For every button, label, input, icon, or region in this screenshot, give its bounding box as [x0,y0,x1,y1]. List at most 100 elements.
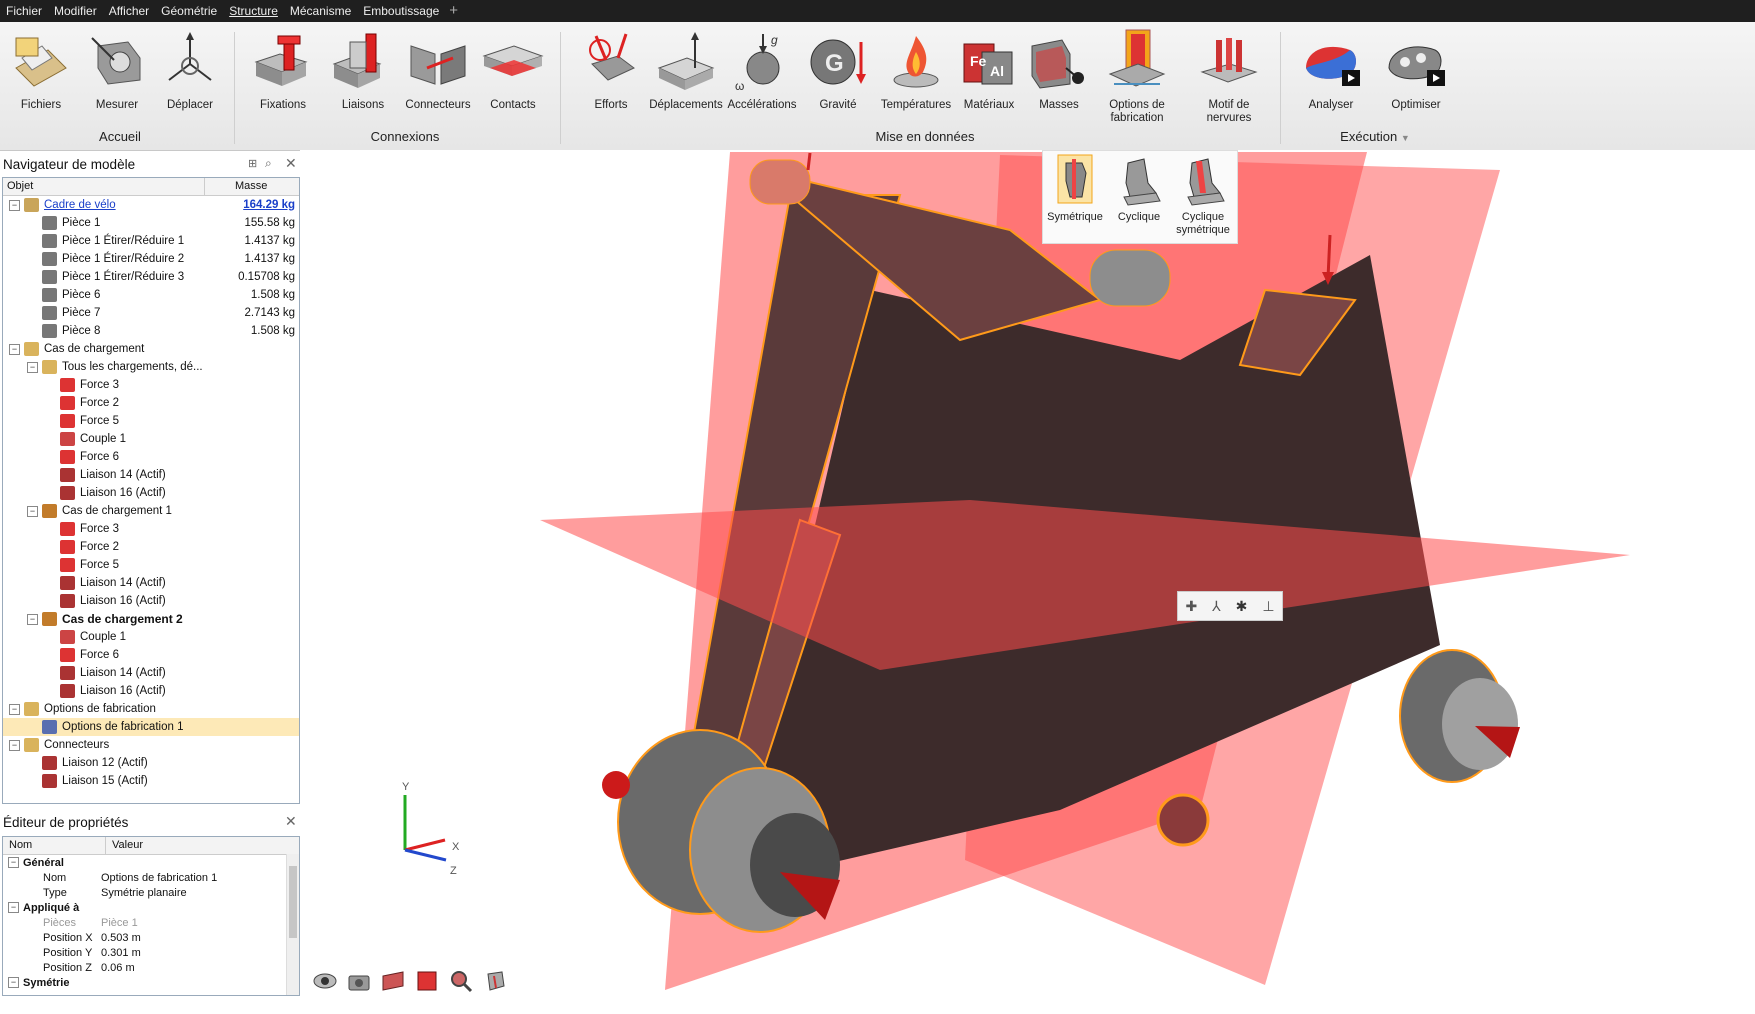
tree-row[interactable]: − Connecteurs [3,736,299,754]
property-row[interactable]: Position Z 0.06 m [3,960,299,975]
collapse-toggle-icon[interactable]: − [9,739,20,751]
scrollbar[interactable] [286,854,299,995]
symmetric-button[interactable]: Symétrique [1043,153,1107,224]
menu-fichier[interactable]: Fichier [0,0,48,22]
tree-row[interactable]: Pièce 7 2.7143 kg [3,304,299,322]
scrollbar-thumb[interactable] [289,866,297,938]
tree-row[interactable]: Pièce 6 1.508 kg [3,286,299,304]
tree-row[interactable]: Liaison 14 (Actif) [3,664,299,682]
column-value[interactable]: Valeur [106,837,143,854]
tree-row[interactable]: − Cas de chargement [3,340,299,358]
tree-row[interactable]: Liaison 16 (Actif) [3,682,299,700]
zoom-icon[interactable] [448,968,474,994]
tree-row[interactable]: Force 5 [3,556,299,574]
analyser-button[interactable]: Analyser [1293,28,1369,124]
column-mass[interactable]: Masse [205,178,267,195]
options-fabrication-button[interactable]: Options de fabrication [1099,28,1175,124]
tree-row[interactable]: Pièce 8 1.508 kg [3,322,299,340]
add-tab-icon[interactable]: + [445,0,462,22]
property-row[interactable]: Pièces Pièce 1 [3,915,299,930]
menu-modifier[interactable]: Modifier [48,0,103,22]
tree-row[interactable]: Pièce 1 Étirer/Réduire 2 1.4137 kg [3,250,299,268]
tree-row[interactable]: Options de fabrication 1 [3,718,299,736]
pin-icon[interactable]: ⊞ [248,157,257,170]
property-row[interactable]: − Général [3,855,299,870]
tree-row[interactable]: Couple 1 [3,628,299,646]
tree-row[interactable]: − Cadre de vélo 164.29 kg [3,196,299,214]
property-row[interactable]: Type Symétrie planaire [3,885,299,900]
menu-structure[interactable]: Structure [223,0,284,22]
collapse-toggle-icon[interactable]: − [9,343,20,355]
property-value[interactable]: Symétrie planaire [101,887,187,899]
property-value[interactable]: 0.503 m [101,932,141,944]
triad-icon[interactable]: ⊥ [1262,598,1274,615]
connecteurs-button[interactable]: Connecteurs [400,28,476,124]
property-value[interactable]: Pièce 1 [101,917,138,929]
column-object[interactable]: Objet [3,178,205,195]
property-row[interactable]: − Symétrie [3,975,299,990]
deplacer-button[interactable]: Déplacer [152,28,228,124]
tree-row[interactable]: Liaison 14 (Actif) [3,466,299,484]
menu-emboutissage[interactable]: Emboutissage [357,0,445,22]
tree-row[interactable]: Liaison 14 (Actif) [3,574,299,592]
cyclic-button[interactable]: Cyclique [1107,153,1171,224]
property-value[interactable]: Options de fabrication 1 [101,872,217,884]
close-icon[interactable]: ✕ [285,813,297,830]
tree-row[interactable]: Pièce 1 Étirer/Réduire 1 1.4137 kg [3,232,299,250]
tree-row[interactable]: − Options de fabrication [3,700,299,718]
tree-row[interactable]: − Tous les chargements, dé... [3,358,299,376]
motif-nervures-button[interactable]: Motif de nervures [1186,28,1272,124]
3d-viewport[interactable]: Y X Z [300,150,1755,1014]
tree-row[interactable]: Force 3 [3,520,299,538]
tree-row[interactable]: Force 6 [3,646,299,664]
masses-button[interactable]: Masses [1021,28,1097,124]
tree-row[interactable]: − Cas de chargement 2 [3,610,299,628]
tree-row[interactable]: Pièce 1 155.58 kg [3,214,299,232]
chevron-down-icon[interactable]: ▼ [1401,133,1410,143]
part-select-icon[interactable]: ✚ [1185,598,1197,615]
tree-row[interactable]: Force 3 [3,376,299,394]
move-part-icon[interactable]: ✱ [1236,598,1248,615]
menu-geometrie[interactable]: Géométrie [155,0,223,22]
mesurer-button[interactable]: Mesurer [79,28,155,124]
collapse-toggle-icon[interactable]: − [27,361,38,373]
materiaux-button[interactable]: Fe Al Matériaux [951,28,1027,124]
property-row[interactable]: Position Y 0.301 m [3,945,299,960]
property-row[interactable]: − Appliqué à [3,900,299,915]
tree-row[interactable]: Liaison 16 (Actif) [3,484,299,502]
collapse-toggle-icon[interactable]: − [27,613,38,625]
cyclic-symmetric-button[interactable]: Cyclique symétrique [1171,153,1235,237]
column-name[interactable]: Nom [3,837,106,854]
collapse-toggle-icon[interactable]: − [8,857,19,868]
efforts-button[interactable]: Efforts [573,28,649,124]
tree-row[interactable]: Liaison 16 (Actif) [3,592,299,610]
gravite-button[interactable]: G Gravité [800,28,876,124]
model-scene[interactable]: Y X Z [300,150,1755,1014]
collapse-toggle-icon[interactable]: − [9,703,20,715]
tree-row[interactable]: Force 2 [3,394,299,412]
contacts-button[interactable]: Contacts [475,28,551,124]
view-cube-icon[interactable] [482,968,508,994]
collapse-toggle-icon[interactable]: − [8,977,19,988]
temperatures-button[interactable]: Températures [878,28,954,124]
tree-row[interactable]: Force 5 [3,412,299,430]
property-value[interactable]: 0.06 m [101,962,135,974]
fichiers-button[interactable]: Fichiers [3,28,79,124]
section-icon[interactable] [380,968,406,994]
camera-icon[interactable] [346,968,372,994]
tree-row[interactable]: Liaison 12 (Actif) [3,754,299,772]
tree-row[interactable]: Pièce 1 Étirer/Réduire 3 0.15708 kg [3,268,299,286]
property-row[interactable]: Position X 0.503 m [3,930,299,945]
tree-row[interactable]: Force 2 [3,538,299,556]
property-value[interactable]: 0.301 m [101,947,141,959]
collapse-toggle-icon[interactable]: − [9,199,20,211]
display-mode-icon[interactable] [414,968,440,994]
tree-row[interactable]: − Cas de chargement 1 [3,502,299,520]
property-row[interactable]: Nom Options de fabrication 1 [3,870,299,885]
deplacements-button[interactable]: Déplacements [648,28,724,124]
eye-icon[interactable] [312,968,338,994]
tree-row[interactable]: Liaison 15 (Actif) [3,772,299,790]
tree-row[interactable]: Couple 1 [3,430,299,448]
collapse-toggle-icon[interactable]: − [27,505,38,517]
accelerations-button[interactable]: gω Accélérations [724,28,800,124]
